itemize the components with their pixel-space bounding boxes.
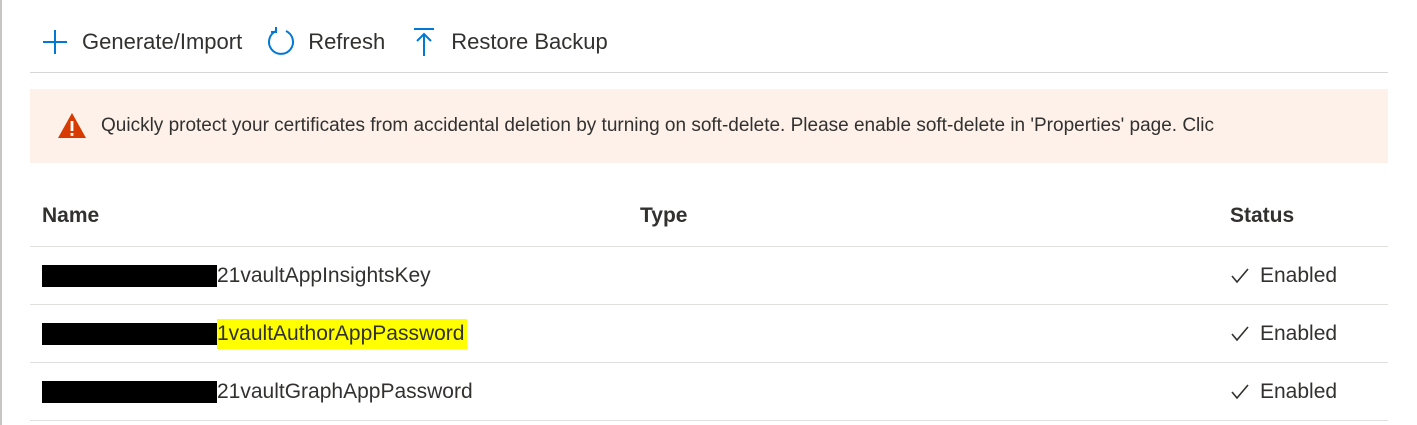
- certificates-table: Name Type Status 21vaultAppInsightsKey E…: [30, 188, 1388, 421]
- certificate-name: 21vaultAppInsightsKey: [217, 263, 431, 287]
- restore-backup-label: Restore Backup: [451, 29, 608, 54]
- status-text: Enabled: [1260, 321, 1338, 345]
- name-cell[interactable]: 21vaultGraphAppPassword: [42, 363, 476, 420]
- command-bar: Generate/Import Refresh Restore Backup: [38, 22, 630, 62]
- certificate-name: 1vaultAuthorAppPassword: [217, 318, 468, 349]
- status-cell: Enabled: [1230, 305, 1337, 362]
- column-header-name[interactable]: Name: [42, 204, 99, 228]
- redaction-bar: [42, 322, 217, 345]
- left-border: [0, 0, 2, 425]
- generate-import-label: Generate/Import: [82, 29, 243, 54]
- column-header-status[interactable]: Status: [1230, 204, 1294, 228]
- status-cell: Enabled: [1230, 247, 1337, 304]
- table-row[interactable]: 21vaultAppInsightsKey Enabled: [30, 247, 1388, 305]
- status-text: Enabled: [1260, 263, 1338, 287]
- name-cell[interactable]: 21vaultAppInsightsKey: [42, 247, 434, 304]
- redaction-bar: [42, 264, 217, 287]
- toolbar-divider: [30, 72, 1388, 73]
- redaction-bar: [42, 380, 217, 403]
- checkmark-icon: [1231, 267, 1249, 283]
- name-cell[interactable]: 1vaultAuthorAppPassword: [42, 305, 468, 362]
- table-row[interactable]: 1vaultAuthorAppPassword Enabled: [30, 305, 1388, 363]
- warning-icon: [58, 113, 86, 138]
- checkmark-icon: [1231, 383, 1249, 399]
- refresh-label: Refresh: [308, 29, 386, 54]
- upload-icon: [407, 25, 441, 59]
- generate-import-button[interactable]: Generate/Import: [38, 25, 242, 59]
- certificate-name: 21vaultGraphAppPassword: [217, 379, 473, 403]
- column-header-type[interactable]: Type: [640, 204, 687, 228]
- restore-backup-button[interactable]: Restore Backup: [407, 25, 608, 59]
- table-row[interactable]: 21vaultGraphAppPassword Enabled: [30, 363, 1388, 421]
- plus-icon: [38, 25, 72, 59]
- refresh-button[interactable]: Refresh: [264, 25, 385, 59]
- status-cell: Enabled: [1230, 363, 1337, 420]
- warning-message: Quickly protect your certificates from a…: [101, 115, 1215, 136]
- status-text: Enabled: [1260, 379, 1338, 403]
- key-vault-certificates-page: Generate/Import Refresh Restore Backup Q…: [0, 0, 1417, 425]
- soft-delete-warning-banner[interactable]: Quickly protect your certificates from a…: [30, 89, 1388, 163]
- refresh-icon: [264, 25, 298, 59]
- table-header: Name Type Status: [30, 188, 1388, 247]
- checkmark-icon: [1231, 325, 1249, 341]
